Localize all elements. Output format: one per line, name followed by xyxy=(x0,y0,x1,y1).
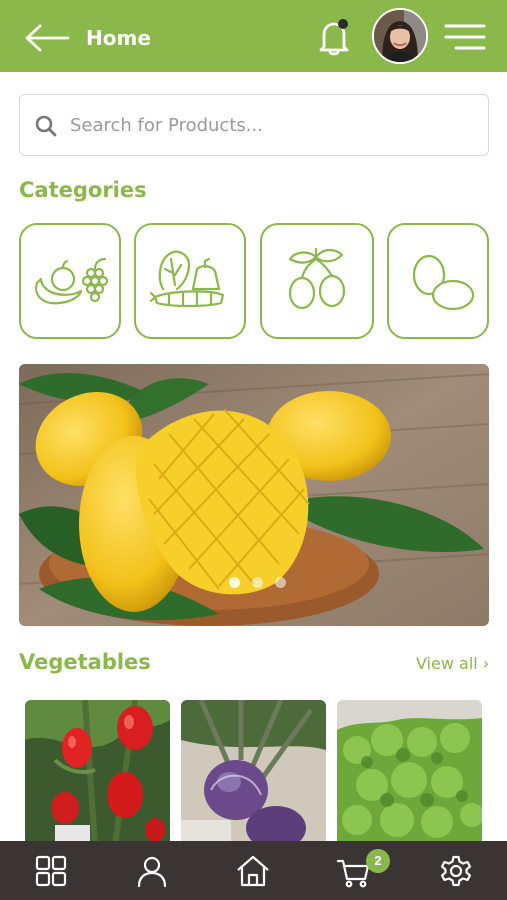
search-input[interactable] xyxy=(70,109,470,141)
notifications-button[interactable] xyxy=(315,17,353,57)
bottom-navigation: 2 xyxy=(0,841,507,900)
menu-button[interactable] xyxy=(442,22,488,52)
tomatoes-image xyxy=(25,700,170,845)
product-card-kohlrabi[interactable] xyxy=(181,700,326,845)
category-eggs[interactable] xyxy=(387,223,489,339)
search-icon xyxy=(35,115,57,137)
vegetables-icon xyxy=(149,250,225,308)
nav-home-button[interactable] xyxy=(235,853,271,889)
carousel-dots xyxy=(229,577,286,588)
search-bar[interactable] xyxy=(19,94,489,156)
view-all-link[interactable]: View all › xyxy=(416,654,489,673)
carousel-dot-3[interactable] xyxy=(275,577,286,588)
product-card-lettuce[interactable] xyxy=(337,700,482,845)
avatar-image xyxy=(374,10,426,62)
cart-count-badge: 2 xyxy=(366,849,390,873)
vegetables-title: Vegetables xyxy=(19,650,151,674)
nav-dashboard-button[interactable] xyxy=(33,853,69,889)
gear-icon xyxy=(440,855,472,887)
eggs-icon xyxy=(412,254,475,311)
lettuce-image xyxy=(337,700,482,845)
arrow-left-icon xyxy=(25,24,70,52)
grid-icon xyxy=(35,855,67,887)
kohlrabi-image xyxy=(181,700,326,845)
product-card-tomatoes[interactable] xyxy=(25,700,170,845)
promo-banner[interactable] xyxy=(19,364,489,626)
user-avatar[interactable] xyxy=(372,8,428,64)
category-fruits[interactable] xyxy=(19,223,121,339)
hamburger-icon xyxy=(444,24,486,50)
olives-icon xyxy=(288,247,346,310)
back-button[interactable] xyxy=(22,22,72,54)
bell-icon xyxy=(319,19,349,56)
app-header: Home xyxy=(0,0,507,72)
user-icon xyxy=(137,856,167,888)
nav-profile-button[interactable] xyxy=(134,853,170,889)
carousel-dot-1[interactable] xyxy=(229,577,240,588)
home-icon xyxy=(237,855,269,887)
carousel-dot-2[interactable] xyxy=(252,577,263,588)
category-vegetables[interactable] xyxy=(134,223,246,339)
category-olives[interactable] xyxy=(260,223,374,339)
fruits-icon xyxy=(35,257,109,305)
page-title: Home xyxy=(86,26,151,50)
nav-settings-button[interactable] xyxy=(438,853,474,889)
categories-title: Categories xyxy=(19,178,147,202)
